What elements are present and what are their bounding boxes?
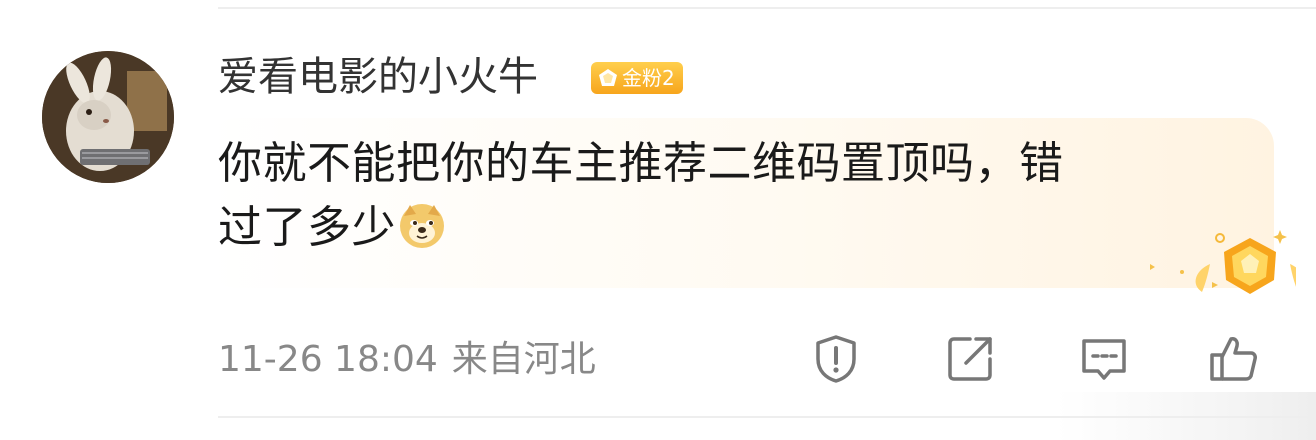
fan-level-badge[interactable]: 金粉2 — [591, 62, 683, 94]
hooded-rabbit-avatar-icon — [42, 51, 174, 183]
user-avatar[interactable] — [42, 51, 174, 183]
share-icon — [948, 337, 992, 381]
timestamp: 11-26 18:04 — [218, 339, 438, 380]
report-icon — [816, 335, 856, 383]
pentagon-gem-icon — [599, 69, 617, 86]
comment-meta: 11-26 18:04 来自河北 — [218, 336, 596, 384]
comment-text: 你就不能把你的车主推荐二维码置顶吗，错 过了多少 — [218, 132, 1248, 260]
share-button[interactable] — [944, 333, 996, 385]
comment-text-line2: 过了多少 — [218, 202, 396, 253]
top-divider — [218, 7, 1316, 9]
report-button[interactable] — [810, 333, 862, 385]
username[interactable]: 爱看电影的小火牛 — [218, 52, 538, 102]
comment-text-line1: 你就不能把你的车主推荐二维码置顶吗，错 — [218, 138, 1064, 189]
comment-button[interactable] — [1078, 333, 1130, 385]
bottom-divider — [218, 416, 1316, 418]
location: 来自河北 — [451, 339, 596, 380]
badge-label: 金粉2 — [622, 66, 675, 90]
doge-emoji-icon — [398, 202, 446, 250]
comment-icon — [1082, 339, 1126, 380]
like-icon — [1210, 337, 1257, 381]
like-button[interactable] — [1208, 333, 1260, 385]
